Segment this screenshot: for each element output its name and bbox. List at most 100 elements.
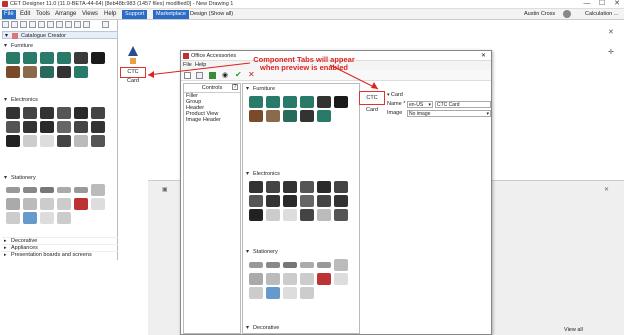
product-thumbnail[interactable] [57,135,71,147]
product-thumbnail[interactable] [317,273,331,285]
product-thumbnail[interactable] [317,181,331,193]
product-thumbnail[interactable] [40,121,54,133]
refresh-icon[interactable] [38,21,45,28]
product-thumbnail[interactable] [74,187,88,193]
locale-select[interactable]: en-US ▾ [407,101,433,108]
section-decorative[interactable]: Decorative [2,237,118,245]
product-thumbnail[interactable] [91,52,105,64]
preview-section-decorative[interactable]: Decorative [244,324,354,332]
product-thumbnail[interactable] [300,209,314,221]
avatar[interactable] [563,10,571,18]
product-thumbnail[interactable] [249,262,263,268]
open-icon[interactable] [11,21,18,28]
product-thumbnail[interactable] [91,121,105,133]
product-thumbnail[interactable] [249,273,263,285]
product-thumbnail[interactable] [283,273,297,285]
preview-section-stationery[interactable]: Stationery [244,248,354,256]
control-image-header[interactable]: Image Header [184,117,240,123]
preview-section-electronics[interactable]: Electronics [244,170,354,178]
product-thumbnail[interactable] [6,198,20,210]
product-thumbnail[interactable] [249,209,263,221]
product-thumbnail[interactable] [6,212,20,224]
section-presentation[interactable]: Presentation boards and screens [2,251,118,259]
section-appliances[interactable]: Appliances [2,244,118,252]
product-thumbnail[interactable] [91,135,105,147]
product-thumbnail[interactable] [57,107,71,119]
product-thumbnail[interactable] [57,212,71,224]
name-input[interactable]: CTC Card [435,101,491,108]
new-icon[interactable] [2,21,9,28]
product-thumbnail[interactable] [266,262,280,268]
product-thumbnail[interactable] [74,107,88,119]
product-thumbnail[interactable] [23,66,37,78]
product-thumbnail[interactable] [40,212,54,224]
product-thumbnail[interactable] [334,209,348,221]
product-thumbnail[interactable] [23,187,37,193]
product-thumbnail[interactable] [283,181,297,193]
product-thumbnail[interactable] [249,195,263,207]
calculation-menu[interactable]: Calculation ... [585,11,618,17]
product-thumbnail[interactable] [249,181,263,193]
product-thumbnail[interactable] [57,198,71,210]
menu-help[interactable]: Help [102,10,118,19]
settings-icon[interactable] [29,21,36,28]
catalogue-selector[interactable]: ▾ Catalogue Creator [2,31,118,39]
maximize-button[interactable]: ☐ [595,0,609,9]
product-thumbnail[interactable] [40,198,54,210]
product-thumbnail[interactable] [74,121,88,133]
product-thumbnail[interactable] [283,262,297,268]
view-icon[interactable] [56,21,63,28]
product-thumbnail[interactable] [334,273,348,285]
card-group-header[interactable]: ▾ Card [387,92,491,99]
product-thumbnail[interactable] [40,187,54,193]
product-thumbnail[interactable] [266,287,280,299]
product-thumbnail[interactable] [266,110,280,122]
product-thumbnail[interactable] [40,107,54,119]
product-thumbnail[interactable] [74,135,88,147]
product-thumbnail[interactable] [334,259,348,271]
info-icon[interactable] [65,21,72,28]
product-thumbnail[interactable] [6,135,20,147]
product-thumbnail[interactable] [74,66,88,78]
product-thumbnail[interactable] [40,135,54,147]
product-thumbnail[interactable] [40,66,54,78]
product-thumbnail[interactable] [23,135,37,147]
product-thumbnail[interactable] [283,195,297,207]
product-thumbnail[interactable] [266,209,280,221]
product-thumbnail[interactable] [317,110,331,122]
product-thumbnail[interactable] [283,209,297,221]
tab-support[interactable]: Support [122,10,148,19]
product-thumbnail[interactable] [57,52,71,64]
product-thumbnail[interactable] [91,107,105,119]
product-thumbnail[interactable] [57,187,71,193]
product-thumbnail[interactable] [74,198,88,210]
product-thumbnail[interactable] [57,66,71,78]
product-thumbnail[interactable] [300,262,314,268]
menu-tools[interactable]: Tools [34,10,52,19]
menu-file[interactable]: File [2,10,16,19]
product-thumbnail[interactable] [23,121,37,133]
product-thumbnail[interactable] [300,195,314,207]
help-icon[interactable] [102,21,109,28]
product-thumbnail[interactable] [23,198,37,210]
product-thumbnail[interactable] [6,66,20,78]
product-thumbnail[interactable] [23,52,37,64]
product-thumbnail[interactable] [317,262,331,268]
product-thumbnail[interactable] [283,110,297,122]
menu-edit[interactable]: Edit [18,10,32,19]
product-thumbnail[interactable] [266,273,280,285]
product-thumbnail[interactable] [74,52,88,64]
section-electronics[interactable]: Electronics [2,96,118,104]
product-thumbnail[interactable] [300,273,314,285]
minimize-button[interactable]: — [580,0,594,9]
product-thumbnail[interactable] [6,187,20,193]
design-selector[interactable]: Design (Show all) [190,11,233,17]
product-thumbnail[interactable] [6,52,20,64]
product-thumbnail[interactable] [6,107,20,119]
view-all-link[interactable]: View all [564,327,583,333]
product-thumbnail[interactable] [23,212,37,224]
product-thumbnail[interactable] [91,198,105,210]
product-thumbnail[interactable] [40,52,54,64]
product-thumbnail[interactable] [300,287,314,299]
close-button[interactable]: ✕ [610,0,624,9]
